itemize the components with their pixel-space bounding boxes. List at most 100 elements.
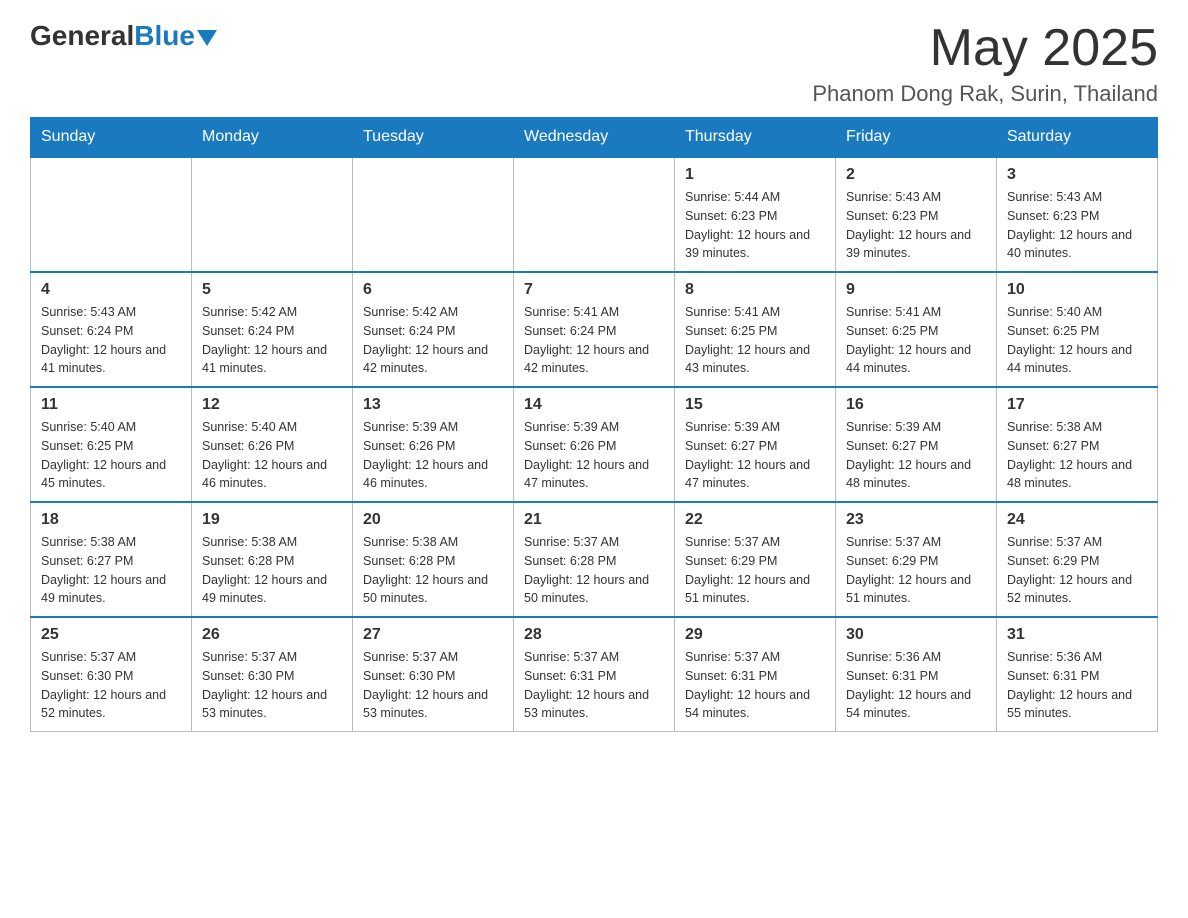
calendar-cell: 24 Sunrise: 5:37 AMSunset: 6:29 PMDayligh…: [997, 502, 1158, 617]
header-day-monday: Monday: [192, 118, 353, 158]
day-info: Sunrise: 5:40 AMSunset: 6:25 PMDaylight:…: [1007, 303, 1147, 378]
calendar-header: SundayMondayTuesdayWednesdayThursdayFrid…: [31, 118, 1158, 158]
day-info: Sunrise: 5:37 AMSunset: 6:30 PMDaylight:…: [363, 648, 503, 723]
day-info: Sunrise: 5:37 AMSunset: 6:31 PMDaylight:…: [685, 648, 825, 723]
day-number: 20: [363, 511, 503, 529]
calendar-cell: 30 Sunrise: 5:36 AMSunset: 6:31 PMDayligh…: [836, 617, 997, 732]
title-block: May 2025 Phanom Dong Rak, Surin, Thailan…: [812, 20, 1158, 107]
calendar-cell: 10 Sunrise: 5:40 AMSunset: 6:25 PMDayligh…: [997, 272, 1158, 387]
day-number: 12: [202, 396, 342, 414]
calendar-cell: 29 Sunrise: 5:37 AMSunset: 6:31 PMDayligh…: [675, 617, 836, 732]
calendar-cell: 8Sunrise: 5:41 AMSunset: 6:25 PMDaylight…: [675, 272, 836, 387]
day-info: Sunrise: 5:37 AMSunset: 6:30 PMDaylight:…: [41, 648, 181, 723]
day-info: Sunrise: 5:40 AMSunset: 6:26 PMDaylight:…: [202, 418, 342, 493]
day-info: Sunrise: 5:37 AMSunset: 6:29 PMDaylight:…: [846, 533, 986, 608]
calendar-week-4: 18Sunrise: 5:38 AMSunset: 6:27 PMDayligh…: [31, 502, 1158, 617]
calendar-cell: 22 Sunrise: 5:37 AMSunset: 6:29 PMDayligh…: [675, 502, 836, 617]
calendar-cell: 31Sunrise: 5:36 AMSunset: 6:31 PMDayligh…: [997, 617, 1158, 732]
day-number: 11: [41, 396, 181, 414]
calendar-cell: 17Sunrise: 5:38 AMSunset: 6:27 PMDayligh…: [997, 387, 1158, 502]
day-info: Sunrise: 5:42 AMSunset: 6:24 PMDaylight:…: [202, 303, 342, 378]
header-day-saturday: Saturday: [997, 118, 1158, 158]
calendar-cell: [31, 157, 192, 272]
day-number: 27: [363, 626, 503, 644]
calendar-cell: 2 Sunrise: 5:43 AMSunset: 6:23 PMDaylight…: [836, 157, 997, 272]
header-day-sunday: Sunday: [31, 118, 192, 158]
calendar-cell: 21Sunrise: 5:37 AMSunset: 6:28 PMDayligh…: [514, 502, 675, 617]
logo-triangle-icon: [197, 30, 217, 46]
logo-general-text: General: [30, 20, 134, 52]
header-row: SundayMondayTuesdayWednesdayThursdayFrid…: [31, 118, 1158, 158]
day-info: Sunrise: 5:38 AMSunset: 6:28 PMDaylight:…: [363, 533, 503, 608]
logo: General Blue: [30, 20, 217, 52]
header-day-tuesday: Tuesday: [353, 118, 514, 158]
day-number: 21: [524, 511, 664, 529]
day-info: Sunrise: 5:43 AMSunset: 6:23 PMDaylight:…: [846, 188, 986, 263]
day-number: 1: [685, 166, 825, 184]
day-info: Sunrise: 5:37 AMSunset: 6:31 PMDaylight:…: [524, 648, 664, 723]
day-number: 6: [363, 281, 503, 299]
day-number: 16: [846, 396, 986, 414]
calendar-cell: 6 Sunrise: 5:42 AMSunset: 6:24 PMDaylight…: [353, 272, 514, 387]
calendar-cell: 5 Sunrise: 5:42 AMSunset: 6:24 PMDaylight…: [192, 272, 353, 387]
day-number: 18: [41, 511, 181, 529]
calendar-cell: 9 Sunrise: 5:41 AMSunset: 6:25 PMDaylight…: [836, 272, 997, 387]
day-number: 22: [685, 511, 825, 529]
calendar-cell: 28 Sunrise: 5:37 AMSunset: 6:31 PMDayligh…: [514, 617, 675, 732]
day-info: Sunrise: 5:43 AMSunset: 6:23 PMDaylight:…: [1007, 188, 1147, 263]
page-header: General Blue May 2025 Phanom Dong Rak, S…: [30, 20, 1158, 107]
day-info: Sunrise: 5:37 AMSunset: 6:29 PMDaylight:…: [1007, 533, 1147, 608]
calendar-week-1: 1Sunrise: 5:44 AMSunset: 6:23 PMDaylight…: [31, 157, 1158, 272]
day-number: 30: [846, 626, 986, 644]
day-info: Sunrise: 5:42 AMSunset: 6:24 PMDaylight:…: [363, 303, 503, 378]
day-info: Sunrise: 5:41 AMSunset: 6:24 PMDaylight:…: [524, 303, 664, 378]
calendar-cell: 13Sunrise: 5:39 AMSunset: 6:26 PMDayligh…: [353, 387, 514, 502]
calendar-cell: [353, 157, 514, 272]
day-number: 7: [524, 281, 664, 299]
day-number: 10: [1007, 281, 1147, 299]
day-info: Sunrise: 5:38 AMSunset: 6:28 PMDaylight:…: [202, 533, 342, 608]
calendar-cell: 26Sunrise: 5:37 AMSunset: 6:30 PMDayligh…: [192, 617, 353, 732]
day-number: 24: [1007, 511, 1147, 529]
calendar-week-3: 11Sunrise: 5:40 AMSunset: 6:25 PMDayligh…: [31, 387, 1158, 502]
calendar-cell: 14Sunrise: 5:39 AMSunset: 6:26 PMDayligh…: [514, 387, 675, 502]
calendar-table: SundayMondayTuesdayWednesdayThursdayFrid…: [30, 117, 1158, 732]
calendar-cell: 27 Sunrise: 5:37 AMSunset: 6:30 PMDayligh…: [353, 617, 514, 732]
day-number: 31: [1007, 626, 1147, 644]
day-number: 8: [685, 281, 825, 299]
day-info: Sunrise: 5:39 AMSunset: 6:27 PMDaylight:…: [685, 418, 825, 493]
month-year-title: May 2025: [812, 20, 1158, 77]
header-day-friday: Friday: [836, 118, 997, 158]
calendar-cell: 20 Sunrise: 5:38 AMSunset: 6:28 PMDayligh…: [353, 502, 514, 617]
day-info: Sunrise: 5:41 AMSunset: 6:25 PMDaylight:…: [846, 303, 986, 378]
calendar-cell: 15 Sunrise: 5:39 AMSunset: 6:27 PMDayligh…: [675, 387, 836, 502]
day-number: 23: [846, 511, 986, 529]
day-number: 3: [1007, 166, 1147, 184]
calendar-week-2: 4Sunrise: 5:43 AMSunset: 6:24 PMDaylight…: [31, 272, 1158, 387]
day-number: 28: [524, 626, 664, 644]
calendar-cell: 12 Sunrise: 5:40 AMSunset: 6:26 PMDayligh…: [192, 387, 353, 502]
day-number: 19: [202, 511, 342, 529]
day-number: 2: [846, 166, 986, 184]
logo-blue-text: Blue: [134, 20, 195, 52]
calendar-cell: 4Sunrise: 5:43 AMSunset: 6:24 PMDaylight…: [31, 272, 192, 387]
calendar-cell: 3 Sunrise: 5:43 AMSunset: 6:23 PMDaylight…: [997, 157, 1158, 272]
calendar-body: 1Sunrise: 5:44 AMSunset: 6:23 PMDaylight…: [31, 157, 1158, 732]
calendar-cell: [192, 157, 353, 272]
day-number: 29: [685, 626, 825, 644]
calendar-week-5: 25Sunrise: 5:37 AMSunset: 6:30 PMDayligh…: [31, 617, 1158, 732]
day-info: Sunrise: 5:36 AMSunset: 6:31 PMDaylight:…: [846, 648, 986, 723]
day-info: Sunrise: 5:37 AMSunset: 6:29 PMDaylight:…: [685, 533, 825, 608]
calendar-cell: 23 Sunrise: 5:37 AMSunset: 6:29 PMDayligh…: [836, 502, 997, 617]
day-number: 5: [202, 281, 342, 299]
header-day-wednesday: Wednesday: [514, 118, 675, 158]
day-info: Sunrise: 5:39 AMSunset: 6:26 PMDaylight:…: [363, 418, 503, 493]
day-number: 4: [41, 281, 181, 299]
header-day-thursday: Thursday: [675, 118, 836, 158]
day-number: 9: [846, 281, 986, 299]
calendar-cell: 25Sunrise: 5:37 AMSunset: 6:30 PMDayligh…: [31, 617, 192, 732]
location-subtitle: Phanom Dong Rak, Surin, Thailand: [812, 81, 1158, 107]
calendar-cell: 1Sunrise: 5:44 AMSunset: 6:23 PMDaylight…: [675, 157, 836, 272]
day-number: 15: [685, 396, 825, 414]
day-number: 17: [1007, 396, 1147, 414]
